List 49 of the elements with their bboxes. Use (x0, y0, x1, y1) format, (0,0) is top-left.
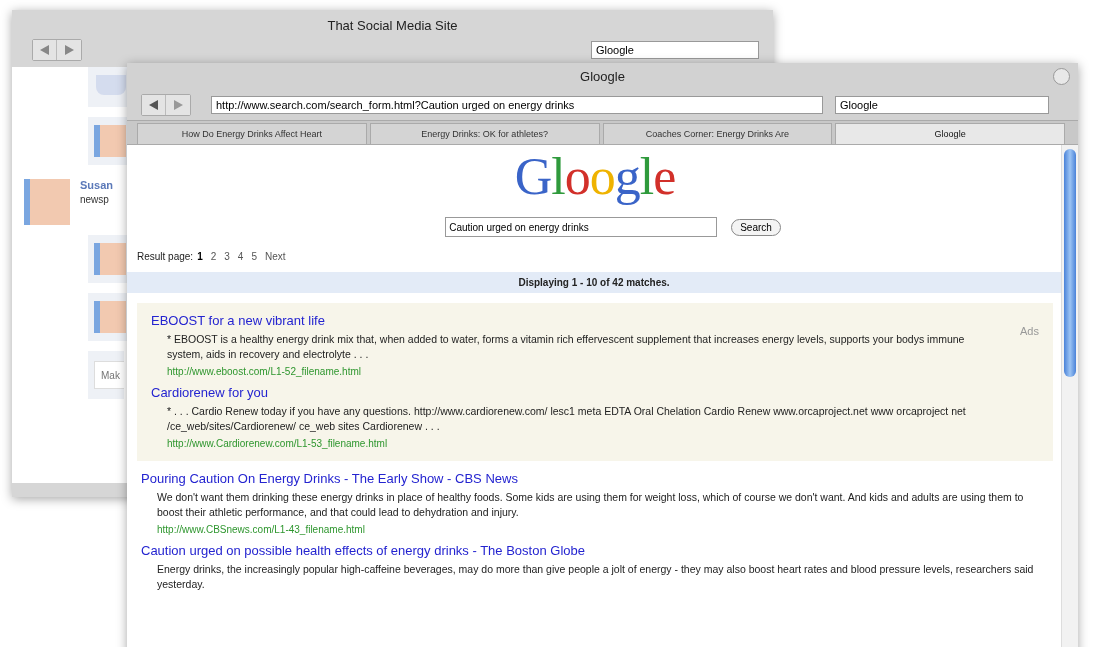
page-link[interactable]: 2 (210, 251, 217, 262)
result-snippet: * . . . Cardio Renew today if you have any questions. http://www.cardiorenew.com/ lesc1 meta EDTA Oral Chelation Cardio Renew www.orcaproject.net www orcaproject net /ce_web/sites/Cardiorenew/ ce_web sites Cardiorenew . . . (166, 404, 967, 434)
page-link[interactable]: 3 (224, 251, 230, 262)
window-title: That Social Media Site (326, 17, 459, 33)
page-link[interactable]: 5 (251, 251, 257, 262)
next-link[interactable]: Next (264, 251, 286, 262)
search-field[interactable]: Caution urged on energy drinks (445, 217, 718, 237)
result-snippet: * EBOOST is a healthy energy drink mix that, when added to water, forms a vitamin rich effervescent supplement that increases energy levels, supports your bodys immune system, aids in recovery and electrolyte . . . (166, 332, 966, 362)
right-triangle-icon (64, 45, 74, 55)
avatar-placeholder (94, 125, 126, 157)
browser-tab[interactable]: Gloogle (835, 123, 1065, 144)
search-field[interactable]: Gloogle (591, 41, 759, 59)
logo: Gloogle (514, 149, 676, 205)
search-field[interactable]: Gloogle (835, 96, 1049, 114)
avatar-placeholder (94, 301, 126, 333)
close-button[interactable] (1053, 68, 1070, 85)
comment-field[interactable]: Mak (94, 361, 124, 389)
result-snippet: Energy drinks, the increasingly popular high-caffeine beverages, may do more than give people a jolt of energy - they may also boost heart rates and blood pressure levels, researchers said yesterday. (156, 562, 1035, 592)
back-button[interactable] (33, 40, 57, 60)
left-triangle-icon (148, 100, 159, 110)
page-link[interactable]: 4 (237, 251, 244, 262)
result-title-link[interactable]: EBOOST for a new vibrant life (151, 313, 325, 328)
result-title-link[interactable]: Pouring Caution On Energy Drinks - The Early Show - CBS News (141, 471, 518, 486)
ads-label: Ads (1020, 325, 1039, 337)
scrollbar-thumb[interactable] (1064, 149, 1076, 377)
window-title: Gloogle (580, 69, 625, 84)
address-field[interactable]: http://www.search.com/search_form.html?Caution urged on energy drinks (211, 96, 823, 114)
right-triangle-icon (173, 100, 183, 110)
left-triangle-icon (39, 45, 50, 55)
search-button[interactable]: Search (731, 218, 781, 236)
pagination-label: Result page: (137, 251, 194, 262)
result-url[interactable]: http://www.Cardiorenew.com/L1-53_filename.html (151, 438, 388, 449)
result-snippet: We don't want them drinking these energy drinks in place of healthy foods. Some kids are using them for weight loss, which of course we don't want. And kids and adults are using them to boost their athletic performance, and that could lead to dehydration and injury. (156, 490, 1025, 520)
forward-button[interactable] (57, 40, 81, 60)
browser-tab[interactable]: Energy Drinks: OK for athletes? (369, 123, 600, 144)
result-url[interactable]: http://www.eboost.com/L1-52_filename.html (151, 366, 361, 377)
author-link[interactable]: Susan (80, 179, 113, 191)
page-link[interactable]: 1 (197, 251, 203, 262)
avatar-placeholder (94, 243, 126, 275)
result-title-link[interactable]: Caution urged on possible health effects of energy drinks - The Boston Globe (141, 543, 585, 558)
results-summary: Displaying 1 - 10 of 42 matches. (127, 272, 1061, 293)
avatar-placeholder (24, 179, 70, 225)
back-button[interactable] (142, 95, 166, 115)
browser-tab[interactable]: How Do Energy Drinks Affect Heart (137, 123, 367, 144)
result-url[interactable]: http://www.CBSnews.com/L1-43_filename.html (141, 524, 365, 535)
result-title-link[interactable]: Cardiorenew for you (151, 385, 269, 400)
post-text: newsp (80, 194, 110, 205)
browser-tab[interactable]: Coaches Corner: Energy Drinks Are (602, 123, 833, 144)
avatar-placeholder (96, 75, 126, 95)
